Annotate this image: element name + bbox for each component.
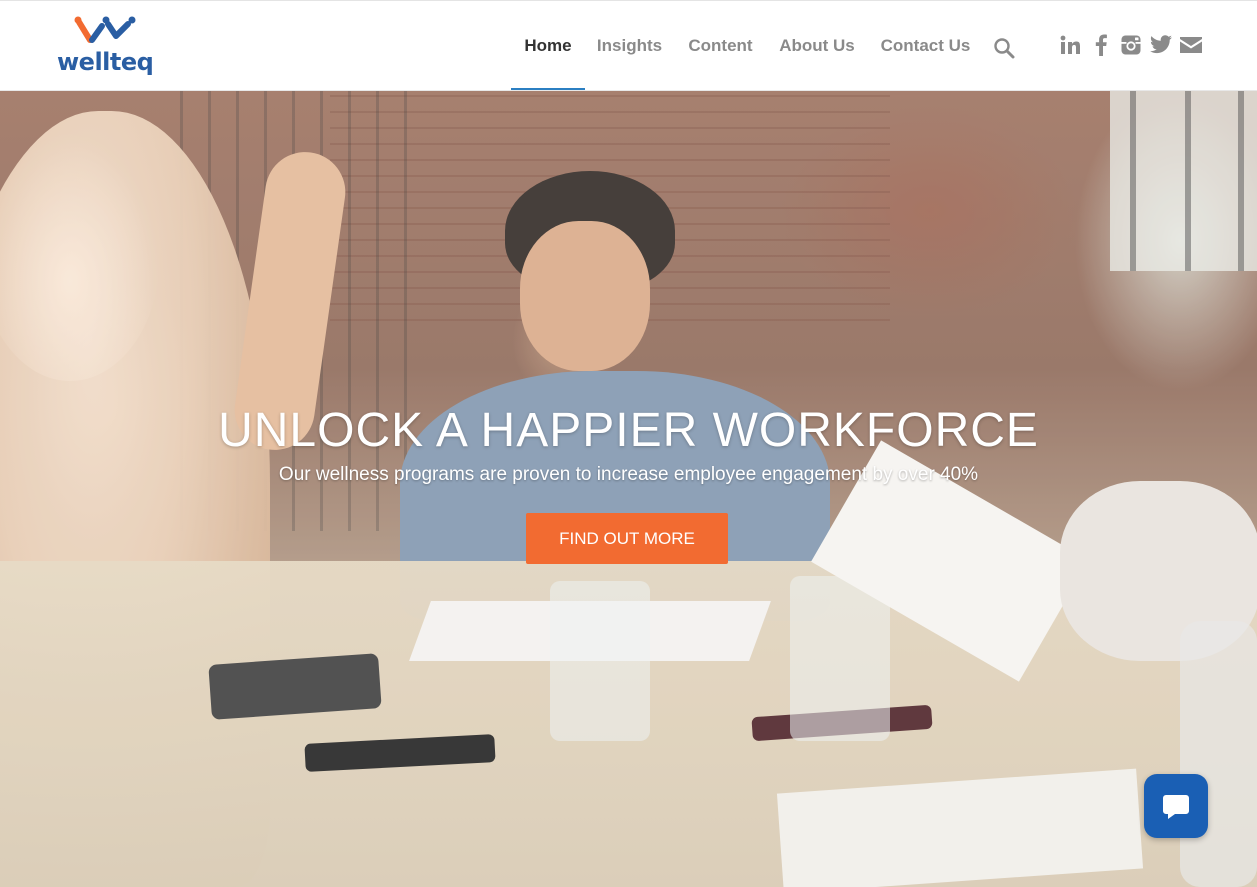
site-header: wellteq Home Insights Content About Us C… [0,1,1257,91]
nav-about-us[interactable]: About Us [775,1,859,90]
logo-wordmark: wellteq [57,48,154,76]
hero-title: UNLOCK A HAPPIER WORKFORCE [218,404,1039,457]
twitter-icon[interactable] [1149,32,1173,58]
nav-content[interactable]: Content [681,1,760,90]
hero-subtitle: Our wellness programs are proven to incr… [278,464,979,485]
logo[interactable]: wellteq [56,14,160,78]
find-out-more-button[interactable]: FIND OUT MORE [526,513,728,564]
wellteq-logo-mark [74,16,136,43]
mail-icon[interactable] [1179,32,1203,58]
chat-bubble-icon[interactable] [1144,774,1208,838]
linkedin-icon[interactable] [1058,32,1082,58]
nav-contact-us[interactable]: Contact Us [875,1,976,90]
nav-insights[interactable]: Insights [592,1,667,90]
search-icon[interactable] [993,37,1015,59]
facebook-icon[interactable] [1089,32,1113,58]
hero-section: UNLOCK A HAPPIER WORKFORCE Our wellness … [0,91,1257,887]
instagram-icon[interactable] [1119,32,1143,58]
hero-overlay [0,91,1257,887]
nav-home[interactable]: Home [511,1,585,90]
